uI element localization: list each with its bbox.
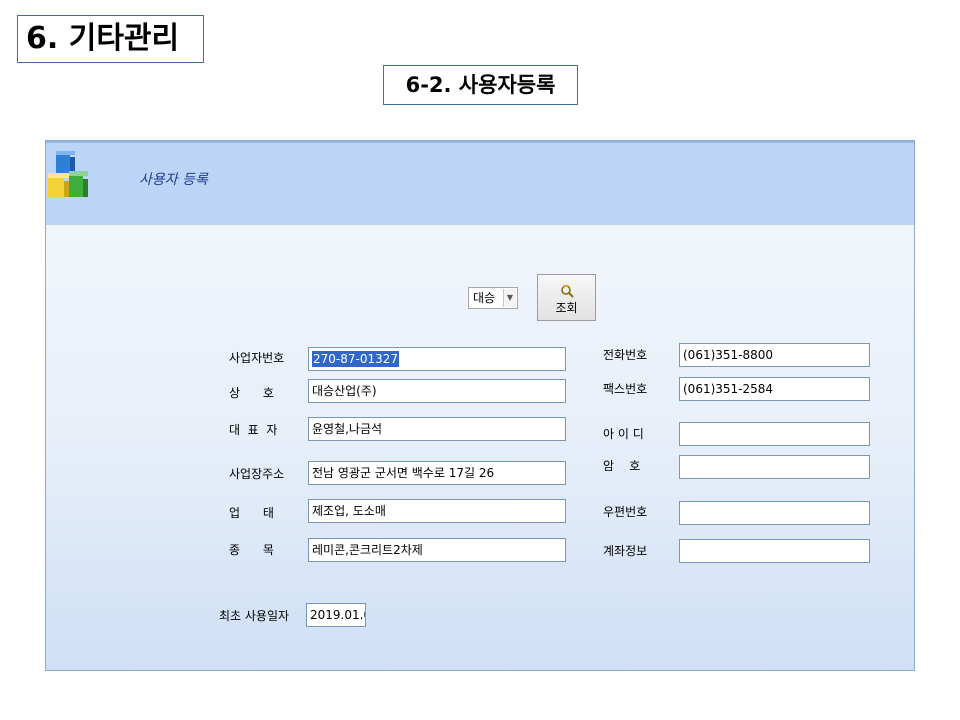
fax-input[interactable]: (061)351-2584 xyxy=(679,377,870,401)
search-button[interactable]: 조회 xyxy=(537,274,596,321)
company-name-label: 상 호 xyxy=(229,386,274,400)
first-use-date-label: 최초 사용일자 xyxy=(219,609,290,623)
business-number-value: 270-87-01327 xyxy=(312,351,400,367)
search-icon xyxy=(560,285,574,298)
company-select-value: 대승 xyxy=(473,291,496,305)
user-id-input[interactable] xyxy=(679,422,870,446)
business-number-input[interactable]: 270-87-01327 xyxy=(308,347,566,371)
window-header: 사용자 등록 xyxy=(46,141,914,225)
zip-code-input[interactable] xyxy=(679,501,870,525)
fax-label: 팩스번호 xyxy=(603,382,648,396)
password-label: 암 호 xyxy=(603,459,641,473)
business-type-input[interactable]: 제조업, 도소매 xyxy=(308,499,566,523)
phone-input[interactable]: (061)351-8800 xyxy=(679,343,870,367)
user-id-label: 아 이 디 xyxy=(603,427,644,441)
password-input[interactable] xyxy=(679,455,870,479)
slide-title: 6. 기타관리 xyxy=(17,15,204,63)
header-label: 사용자 등록 xyxy=(139,172,208,188)
representative-input[interactable]: 윤영철,나금석 xyxy=(308,417,566,441)
first-use-date-input[interactable]: 2019.01.01 xyxy=(306,603,366,627)
zip-code-label: 우편번호 xyxy=(603,505,648,519)
user-registration-window: 사용자 등록 대승 ▼ 조회 사업자번호 상 호 대 표 자 사업장주소 업 태… xyxy=(45,140,915,671)
address-label: 사업장주소 xyxy=(229,467,285,481)
business-number-label: 사업자번호 xyxy=(229,351,285,365)
account-info-input[interactable] xyxy=(679,539,870,563)
company-select[interactable]: 대승 ▼ xyxy=(468,287,518,309)
representative-label: 대 표 자 xyxy=(229,423,278,437)
phone-label: 전화번호 xyxy=(603,348,648,362)
business-type-label: 업 태 xyxy=(229,506,274,520)
chevron-down-icon[interactable]: ▼ xyxy=(503,289,516,307)
business-item-label: 종 목 xyxy=(229,543,274,557)
slide-subtitle: 6-2. 사용자등록 xyxy=(383,65,578,105)
business-item-input[interactable]: 레미콘,콘크리트2차제 xyxy=(308,538,566,562)
account-info-label: 계좌정보 xyxy=(603,544,648,558)
search-button-label: 조회 xyxy=(555,301,578,315)
company-name-input[interactable]: 대승산업(주) xyxy=(308,379,566,403)
address-input[interactable]: 전남 영광군 군서면 백수로 17길 26 xyxy=(308,461,566,485)
cubes-icon xyxy=(48,151,88,197)
